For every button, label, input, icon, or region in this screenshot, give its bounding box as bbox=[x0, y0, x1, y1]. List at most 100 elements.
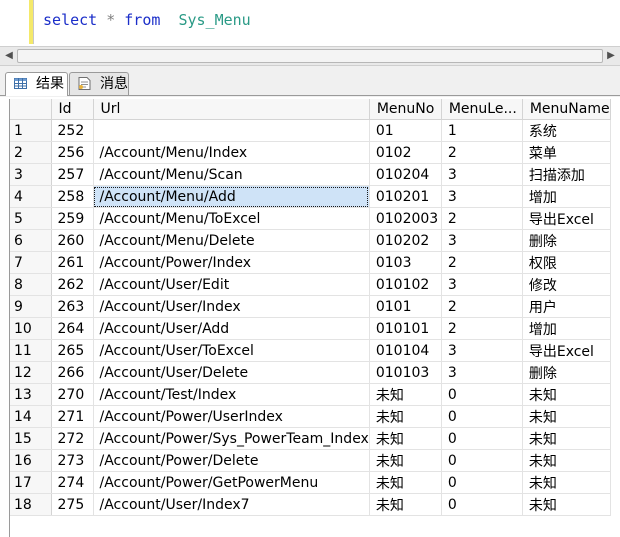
cell-menuname[interactable]: 未知 bbox=[522, 471, 611, 494]
cell-url[interactable]: /Account/Menu/Add bbox=[93, 185, 370, 208]
cell-menulevel[interactable]: 3 bbox=[441, 273, 523, 296]
cell-id[interactable]: 260 bbox=[51, 229, 94, 252]
cell-url[interactable]: /Account/Menu/Delete bbox=[93, 229, 370, 252]
cell-menuno[interactable]: 010102 bbox=[369, 273, 442, 296]
cell-menuname[interactable]: 未知 bbox=[522, 383, 611, 406]
table-row[interactable]: 9 263/Account/User/Index 0101 2 用户 bbox=[10, 295, 611, 318]
row-number-header[interactable] bbox=[10, 99, 52, 120]
cell-menuno[interactable]: 010202 bbox=[369, 229, 442, 252]
row-number[interactable]: 11 bbox=[10, 339, 52, 362]
cell-menuname[interactable]: 权限 bbox=[522, 251, 611, 274]
column-header-menulevel[interactable]: MenuLe... bbox=[441, 99, 523, 120]
cell-menulevel[interactable]: 3 bbox=[441, 339, 523, 362]
cell-id[interactable]: 259 bbox=[51, 207, 94, 230]
cell-menuno[interactable]: 010103 bbox=[369, 361, 442, 384]
cell-id[interactable]: 274 bbox=[51, 471, 94, 494]
cell-menuname[interactable]: 系统 bbox=[522, 119, 611, 142]
table-row[interactable]: 14 271/Account/Power/UserIndex 未知 0 未知 bbox=[10, 405, 611, 428]
table-row[interactable]: 2 256/Account/Menu/Index 0102 2 菜单 bbox=[10, 141, 611, 164]
cell-menuname[interactable]: 未知 bbox=[522, 405, 611, 428]
cell-menuno[interactable]: 未知 bbox=[369, 427, 442, 450]
results-grid[interactable]: Id Url MenuNo MenuLe... MenuName 1 252 01 1… bbox=[9, 99, 620, 537]
cell-id[interactable]: 257 bbox=[51, 163, 94, 186]
cell-menuno[interactable]: 未知 bbox=[369, 383, 442, 406]
cell-id[interactable]: 262 bbox=[51, 273, 94, 296]
row-number[interactable]: 10 bbox=[10, 317, 52, 340]
cell-menulevel[interactable]: 0 bbox=[441, 405, 523, 428]
row-number[interactable]: 4 bbox=[10, 185, 52, 208]
cell-menuname[interactable]: 未知 bbox=[522, 449, 611, 472]
cell-menulevel[interactable]: 1 bbox=[441, 119, 523, 142]
cell-menuno[interactable]: 未知 bbox=[369, 471, 442, 494]
row-number[interactable]: 14 bbox=[10, 405, 52, 428]
cell-menuname[interactable]: 未知 bbox=[522, 493, 611, 516]
row-number[interactable]: 16 bbox=[10, 449, 52, 472]
tab-results[interactable]: 结果 bbox=[5, 72, 68, 96]
cell-menulevel[interactable]: 3 bbox=[441, 185, 523, 208]
column-header-menuname[interactable]: MenuName bbox=[522, 99, 611, 120]
row-number[interactable]: 17 bbox=[10, 471, 52, 494]
cell-menulevel[interactable]: 0 bbox=[441, 493, 523, 516]
cell-url[interactable]: /Account/Power/Index bbox=[93, 251, 370, 274]
table-row[interactable]: 3 257/Account/Menu/Scan 010204 3 扫描添加 bbox=[10, 163, 611, 186]
cell-menuno[interactable]: 010201 bbox=[369, 185, 442, 208]
cell-id[interactable]: 256 bbox=[51, 141, 94, 164]
row-number[interactable]: 7 bbox=[10, 251, 52, 274]
cell-url[interactable]: /Account/User/ToExcel bbox=[93, 339, 370, 362]
cell-menuname[interactable]: 导出Excel bbox=[522, 207, 611, 230]
cell-menuno[interactable]: 0102 bbox=[369, 141, 442, 164]
scroll-left-arrow-icon[interactable]: ◀ bbox=[1, 48, 17, 64]
table-row[interactable]: 10 264/Account/User/Add 010101 2 增加 bbox=[10, 317, 611, 340]
cell-menuname[interactable]: 增加 bbox=[522, 317, 611, 340]
table-row[interactable]: 6 260/Account/Menu/Delete 010202 3 删除 bbox=[10, 229, 611, 252]
cell-url[interactable]: /Account/Test/Index bbox=[93, 383, 370, 406]
query-text[interactable]: select * from Sys_Menu bbox=[43, 11, 251, 29]
cell-id[interactable]: 263 bbox=[51, 295, 94, 318]
editor-horizontal-scrollbar[interactable]: ◀ ▶ bbox=[0, 46, 620, 66]
cell-id[interactable]: 264 bbox=[51, 317, 94, 340]
table-row[interactable]: 12 266/Account/User/Delete 010103 3 删除 bbox=[10, 361, 611, 384]
cell-menuname[interactable]: 删除 bbox=[522, 229, 611, 252]
cell-url[interactable]: /Account/Power/Delete bbox=[93, 449, 370, 472]
cell-menuno[interactable]: 0102003 bbox=[369, 207, 442, 230]
cell-menuname[interactable]: 未知 bbox=[522, 427, 611, 450]
cell-id[interactable]: 258 bbox=[51, 185, 94, 208]
cell-menuno[interactable]: 010104 bbox=[369, 339, 442, 362]
cell-url[interactable]: /Account/User/Edit bbox=[93, 273, 370, 296]
scroll-right-arrow-icon[interactable]: ▶ bbox=[603, 48, 619, 64]
row-number[interactable]: 3 bbox=[10, 163, 52, 186]
cell-id[interactable]: 272 bbox=[51, 427, 94, 450]
cell-url[interactable]: /Account/User/Add bbox=[93, 317, 370, 340]
cell-menuname[interactable]: 扫描添加 bbox=[522, 163, 611, 186]
row-number[interactable]: 12 bbox=[10, 361, 52, 384]
cell-menuno[interactable]: 0101 bbox=[369, 295, 442, 318]
row-number[interactable]: 8 bbox=[10, 273, 52, 296]
cell-menuname[interactable]: 增加 bbox=[522, 185, 611, 208]
cell-id[interactable]: 265 bbox=[51, 339, 94, 362]
cell-menuno[interactable]: 010101 bbox=[369, 317, 442, 340]
cell-id[interactable]: 273 bbox=[51, 449, 94, 472]
row-number[interactable]: 5 bbox=[10, 207, 52, 230]
row-number[interactable]: 1 bbox=[10, 119, 52, 142]
table-row[interactable]: 13 270/Account/Test/Index 未知 0 未知 bbox=[10, 383, 611, 406]
cell-menuname[interactable]: 删除 bbox=[522, 361, 611, 384]
tab-messages[interactable]: 消息 bbox=[69, 72, 129, 95]
cell-menulevel[interactable]: 2 bbox=[441, 317, 523, 340]
cell-menuno[interactable]: 0103 bbox=[369, 251, 442, 274]
cell-menulevel[interactable]: 0 bbox=[441, 427, 523, 450]
cell-menulevel[interactable]: 2 bbox=[441, 141, 523, 164]
table-row[interactable]: 15 272/Account/Power/Sys_PowerTeam_Index 未… bbox=[10, 427, 611, 450]
column-header-menuno[interactable]: MenuNo bbox=[369, 99, 442, 120]
cell-url[interactable]: /Account/Menu/Scan bbox=[93, 163, 370, 186]
row-number[interactable]: 2 bbox=[10, 141, 52, 164]
table-row[interactable]: 11 265/Account/User/ToExcel 010104 3 导出Excel bbox=[10, 339, 611, 362]
scrollbar-thumb[interactable] bbox=[17, 49, 603, 63]
cell-id[interactable]: 271 bbox=[51, 405, 94, 428]
cell-id[interactable]: 275 bbox=[51, 493, 94, 516]
column-header-id[interactable]: Id bbox=[51, 99, 94, 120]
table-row[interactable]: 18 275/Account/User/Index7 未知 0 未知 bbox=[10, 493, 611, 516]
cell-url[interactable]: /Account/User/Index bbox=[93, 295, 370, 318]
cell-menulevel[interactable]: 0 bbox=[441, 471, 523, 494]
row-number[interactable]: 13 bbox=[10, 383, 52, 406]
cell-id[interactable]: 261 bbox=[51, 251, 94, 274]
